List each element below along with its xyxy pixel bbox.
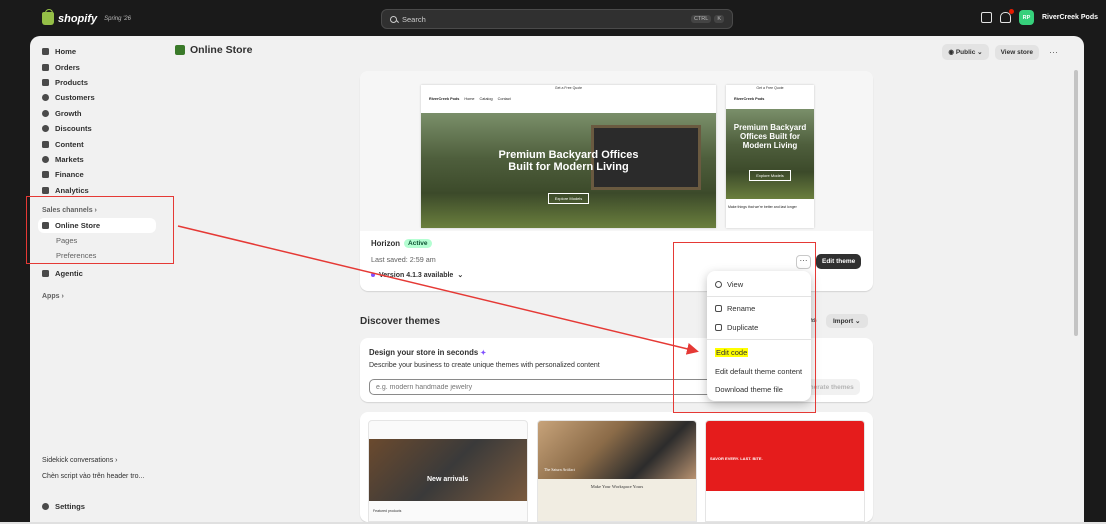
annotation-arrow	[177, 225, 699, 355]
